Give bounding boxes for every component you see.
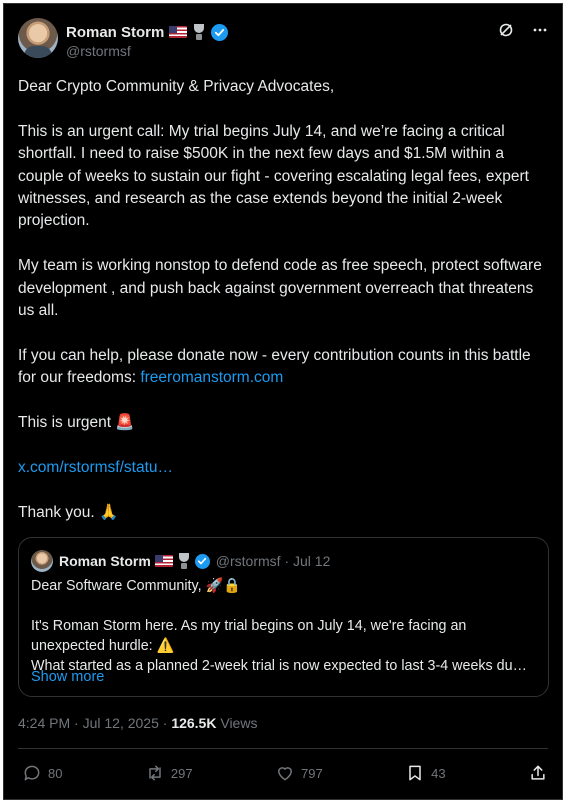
quoted-line: Dear Software Community, 🚀🔒: [31, 578, 242, 594]
post-body: Dear Crypto Community & Privacy Advocate…: [18, 76, 548, 546]
quoted-line: unexpected hurdle: ⚠️: [31, 638, 175, 654]
us-flag-icon: [169, 26, 188, 38]
share-icon: [531, 765, 545, 780]
author-handle[interactable]: @rstormsf: [66, 43, 131, 59]
post-paragraph: This is an urgent call: My trial begins …: [18, 122, 534, 230]
reply-icon: [24, 765, 40, 781]
more-icon[interactable]: [532, 22, 548, 43]
bookmark-icon: [409, 765, 421, 781]
trophy-icon: [177, 553, 191, 569]
status-link[interactable]: x.com/rstormsf/statu…: [18, 459, 173, 476]
thanks-paragraph: Thank you. 🙏: [18, 502, 548, 524]
action-bar: 80 297 797 43: [22, 761, 548, 785]
praying-hands-emoji-icon: 🙏: [99, 503, 119, 521]
views-label: Views: [216, 715, 258, 731]
avatar[interactable]: [18, 18, 58, 58]
grok-icon[interactable]: [498, 22, 514, 43]
donate-link[interactable]: freeromanstorm.com: [140, 369, 283, 386]
post-paragraph: Dear Crypto Community & Privacy Advocate…: [18, 78, 335, 95]
reply-count: 80: [48, 765, 63, 781]
quoted-spacer: [31, 596, 541, 616]
header-actions: [498, 22, 548, 43]
share-button[interactable]: [528, 763, 548, 783]
thanks-text: Thank you.: [18, 503, 99, 521]
reply-button[interactable]: 80: [22, 763, 62, 783]
verified-badge-icon[interactable]: [211, 23, 229, 41]
like-count: 797: [300, 765, 323, 781]
quoted-text: Dear Software Community, 🚀🔒 It's Roman S…: [31, 576, 541, 676]
author-name-row: Roman Storm: [66, 22, 229, 42]
like-button[interactable]: 797: [275, 763, 323, 783]
siren-emoji-icon: 🚨: [115, 414, 135, 432]
trophy-icon: [192, 24, 206, 40]
donate-paragraph: If you can help, please donate now - eve…: [18, 345, 548, 390]
post-time[interactable]: 4:24 PM · Jul 12, 2025 ·: [18, 715, 171, 731]
views-count: 126.5K: [171, 715, 217, 731]
post-paragraph: My team is working nonstop to defend cod…: [18, 257, 547, 320]
post-card: Roman Storm @rstormsf Dear Crypto Commun…: [3, 3, 563, 800]
quoted-line: It's Roman Storm here. As my trial begin…: [31, 618, 467, 634]
quoted-handle-date: @rstormsf · Jul 12: [215, 553, 331, 569]
urgent-text: This is urgent: [18, 414, 116, 432]
quoted-avatar: [31, 550, 53, 572]
bookmark-count: 43: [431, 765, 446, 781]
bookmark-button[interactable]: 43: [405, 763, 446, 783]
repost-button[interactable]: 297: [145, 763, 193, 783]
us-flag-icon: [154, 555, 173, 567]
heart-icon: [277, 767, 292, 781]
urgent-paragraph: This is urgent 🚨: [18, 412, 548, 434]
quoted-author-name: Roman Storm: [59, 553, 151, 569]
repost-icon: [149, 765, 161, 781]
verified-badge-icon: [194, 553, 210, 569]
show-more-link[interactable]: Show more: [31, 669, 104, 685]
quoted-line: What started as a planned 2-week trial i…: [31, 658, 527, 674]
repost-count: 297: [170, 765, 193, 781]
post-timestamp: 4:24 PM · Jul 12, 2025 · 126.5K Views: [18, 715, 257, 731]
quoted-post[interactable]: Roman Storm @rstormsf · Jul 12 Dear Soft…: [18, 537, 549, 697]
post-header: Roman Storm @rstormsf: [18, 18, 548, 64]
status-link-paragraph: x.com/rstormsf/statu…: [18, 457, 548, 479]
quoted-post-header: Roman Storm @rstormsf · Jul 12: [31, 550, 330, 572]
divider: [18, 748, 548, 749]
author-name[interactable]: Roman Storm: [66, 24, 164, 41]
